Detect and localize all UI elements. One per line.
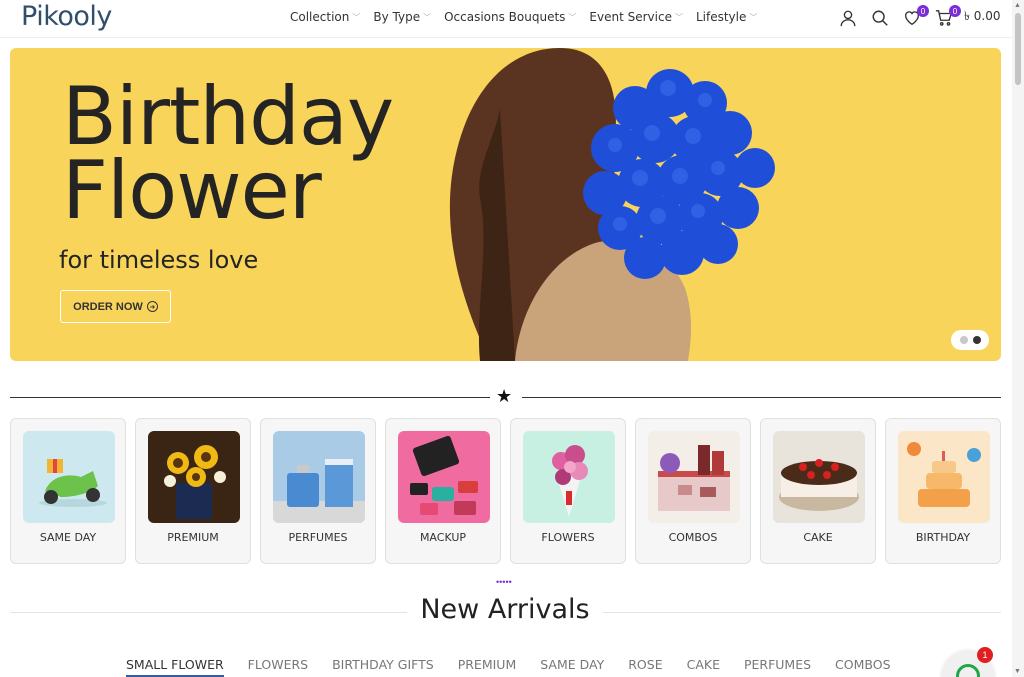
tab-rose[interactable]: ROSE (628, 657, 662, 677)
gift-combo-image (648, 431, 740, 523)
woman-with-blue-roses-image (449, 48, 775, 361)
slider-dots (951, 330, 989, 350)
header-icons: 0 0 ৳ 0.00 (836, 5, 1001, 30)
nav-item-event-service[interactable]: Event Service ﹀ (589, 10, 683, 24)
category-card-flowers[interactable]: FLOWERS (510, 418, 626, 564)
category-label: SAME DAY (39, 531, 97, 544)
wishlist-icon[interactable]: 0 (900, 5, 929, 30)
category-label: COMBOS (668, 531, 718, 544)
nav-item-by-type[interactable]: By Type ﹀ (373, 10, 431, 24)
slider-dot-1[interactable] (959, 336, 968, 344)
nav-label: By Type (373, 10, 421, 24)
category-card-birthday[interactable]: BIRTHDAY (885, 418, 1001, 564)
nav-label: Lifestyle (695, 10, 747, 24)
category-label: PREMIUM (167, 531, 219, 544)
cart-icon[interactable]: 0 (932, 5, 961, 30)
section-divider: ★ (10, 386, 1001, 406)
category-list: SAME DAY PREMIUM PERFUMES MACKUP FLOWERS… (10, 418, 1001, 564)
scroll-down-arrow-icon[interactable]: ▼ (1014, 668, 1021, 675)
chevron-down-icon: ﹀ (749, 12, 758, 22)
slider-dot-2[interactable] (972, 336, 981, 344)
tab-same-day[interactable]: SAME DAY (540, 657, 604, 677)
hero-title: Birthday Flower (62, 70, 394, 237)
star-icon: ★ (496, 386, 513, 406)
page-scrollbar[interactable]: ▲ ▼ (1012, 0, 1024, 677)
scroll-up-arrow-icon[interactable]: ▲ (1014, 2, 1021, 9)
new-arrivals-line-right (603, 612, 1001, 613)
category-label: FLOWERS (541, 531, 595, 544)
category-card-premium[interactable]: PREMIUM (135, 418, 251, 564)
category-card-same-day[interactable]: SAME DAY (10, 418, 126, 564)
new-arrivals-tabs: SMALL FLOWER FLOWERS BIRTHDAY GIFTS PREM… (126, 657, 915, 677)
hero-title-line1: Birthday (62, 70, 394, 163)
tab-cake[interactable]: CAKE (687, 657, 720, 677)
nav-item-collection[interactable]: Collection ﹀ (290, 10, 360, 24)
whatsapp-icon (956, 664, 980, 677)
chat-notification-badge: 1 (977, 647, 993, 663)
makeup-kit-image (398, 431, 490, 523)
tab-premium[interactable]: PREMIUM (458, 657, 517, 677)
category-card-combos[interactable]: COMBOS (635, 418, 751, 564)
divider-line-right (522, 397, 1001, 398)
new-arrivals-title: New Arrivals (420, 594, 590, 625)
tab-combos[interactable]: COMBOS (835, 657, 890, 677)
sunflower-box-image (148, 431, 240, 523)
cart-count-badge: 0 (949, 5, 961, 17)
category-card-cake[interactable]: CAKE (760, 418, 876, 564)
scooter-gift-image (23, 431, 115, 523)
nav-label: Collection (290, 10, 350, 24)
category-label: PERFUMES (288, 531, 348, 544)
category-card-perfumes[interactable]: PERFUMES (260, 418, 376, 564)
chevron-down-icon: ﹀ (352, 12, 361, 22)
carousel-pager-dots[interactable]: ••••• (496, 577, 512, 587)
search-icon[interactable] (868, 6, 892, 30)
chevron-down-icon: ﹀ (423, 12, 432, 22)
arrow-right-circle-icon: ➜ (146, 301, 158, 312)
order-now-button[interactable]: ORDER NOW ➜ (60, 290, 171, 323)
new-arrivals-line-left (10, 612, 407, 613)
chevron-down-icon: ﹀ (568, 12, 577, 22)
tab-perfumes[interactable]: PERFUMES (744, 657, 811, 677)
category-label: MACKUP (419, 531, 467, 544)
tab-flowers[interactable]: FLOWERS (248, 657, 308, 677)
category-label: CAKE (803, 531, 833, 544)
nav-label: Occasions Bouquets (444, 10, 566, 24)
tab-birthday-gifts[interactable]: BIRTHDAY GIFTS (332, 657, 434, 677)
birthday-cake-image (898, 431, 990, 523)
divider-line-left (10, 397, 490, 398)
category-card-mackup[interactable]: MACKUP (385, 418, 501, 564)
main-nav: Collection ﹀ By Type ﹀ Occasions Bouquets ﹀… (290, 10, 770, 24)
nav-label: Event Service (589, 10, 672, 24)
nav-item-occasions-bouquets[interactable]: Occasions Bouquets ﹀ (444, 10, 576, 24)
bouquet-image (523, 431, 615, 523)
site-logo[interactable]: Pikooly (21, 1, 112, 32)
chevron-down-icon: ﹀ (674, 12, 683, 22)
wishlist-count-badge: 0 (917, 5, 929, 17)
site-header: Pikooly Collection ﹀ By Type ﹀ Occasions B… (0, 0, 1012, 38)
account-icon[interactable] (836, 6, 860, 30)
cake-image (773, 431, 865, 523)
nav-item-lifestyle[interactable]: Lifestyle ﹀ (696, 10, 757, 24)
scroll-thumb[interactable] (1015, 13, 1021, 85)
cart-total[interactable]: ৳ 0.00 (964, 8, 1001, 28)
hero-title-line2: Flower (62, 144, 322, 237)
perfume-bottle-image (273, 431, 365, 523)
hero-banner[interactable]: Birthday Flower for timeless love ORDER … (10, 48, 1001, 361)
order-now-label: ORDER NOW (73, 300, 143, 313)
category-label: BIRTHDAY (915, 531, 971, 544)
tab-small-flower[interactable]: SMALL FLOWER (126, 657, 224, 677)
hero-subtitle: for timeless love (59, 246, 259, 274)
